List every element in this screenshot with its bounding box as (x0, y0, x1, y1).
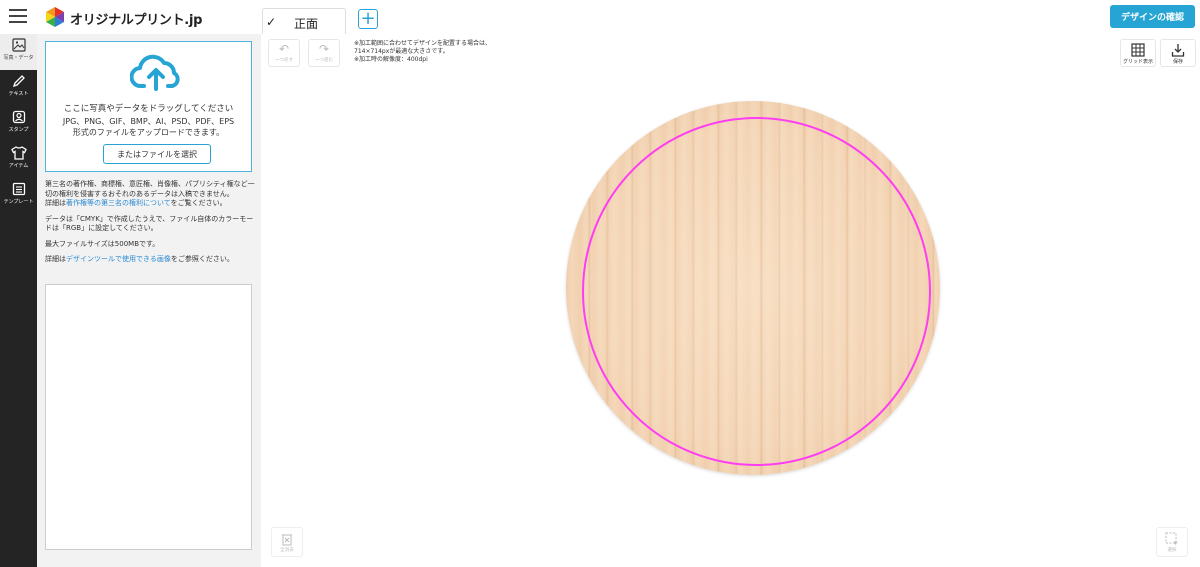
upload-dropzone[interactable]: ここに写真やデータをドラッグしてください JPG、PNG、GIF、BMP、AI、… (45, 41, 252, 172)
upload-panel: ここに写真やデータをドラッグしてください JPG、PNG、GIF、BMP、AI、… (37, 34, 261, 567)
design-canvas: ↶ 一つ戻す ↷ 一つ進む ※加工範囲に合わせてデザインを配置する場合は、 71… (261, 34, 1200, 567)
rail-label: テキスト (8, 91, 29, 97)
tab-label: 正面 (294, 17, 319, 31)
rail-item-item[interactable]: アイテム (0, 142, 37, 178)
undo-button[interactable]: ↶ 一つ戻す (268, 39, 300, 67)
print-info: ※加工範囲に合わせてデザインを配置する場合は、 714×714pxが最適な大きさ… (354, 40, 491, 64)
rights-text: 第三名の著作権、商標権、意匠権、肖像権、パブリシティ権など一切の権利を侵害するお… (45, 180, 255, 198)
save-label: 保存 (1172, 59, 1183, 65)
redo-label: 一つ進む (315, 58, 333, 63)
max-size-note: 最大ファイルサイズは500MBです。 (45, 239, 160, 248)
rail-label: テンプレート (3, 199, 34, 205)
top-header: オリジナルプリント.jp ✓ 正面 + デザインの確認 (0, 0, 1200, 36)
rail-item-text[interactable]: テキスト (0, 70, 37, 106)
rail-item-template[interactable]: テンプレート (0, 178, 37, 214)
undo-label: 一つ戻す (275, 58, 293, 63)
cmyk-note: データは「CMYK」で作成したうえで、ファイル自体のカラーモードは「RGB」に設… (45, 214, 254, 233)
rail-label: スタンプ (8, 127, 29, 133)
grid-icon (1131, 43, 1145, 57)
save-button[interactable]: 保存 (1160, 39, 1196, 67)
trash-icon (282, 534, 292, 546)
check-icon: ✓ (266, 15, 277, 29)
grid-label: グリッド表示 (1122, 59, 1153, 65)
logo-text[interactable]: オリジナルプリント.jp (70, 9, 202, 28)
menu-icon[interactable] (9, 9, 27, 23)
tool-rail: 写真・データ テキスト スタンプ アイテム テンプレート (0, 34, 37, 567)
undo-icon: ↶ (278, 42, 290, 56)
rights-link[interactable]: 著作権等の第三名の権利について (66, 199, 171, 207)
pencil-icon (12, 75, 25, 88)
rail-label: アイテム (8, 163, 29, 169)
drag-hint: ここに写真やデータをドラッグしてください (63, 104, 234, 114)
redo-button[interactable]: ↷ 一つ進む (308, 39, 340, 67)
details-prefix: 詳細は (45, 199, 66, 207)
rail-label: 写真・データ (3, 55, 34, 61)
select-tool-button[interactable]: 選択 (1156, 527, 1188, 557)
template-icon (12, 182, 25, 196)
stamp-icon (12, 110, 25, 124)
select-label: 選択 (1167, 548, 1177, 553)
rights-note: 第三名の著作権、商標権、意匠権、肖像権、パブリシティ権など一切の権利を侵害するお… (45, 180, 255, 209)
delete-all-label: 全消去 (280, 548, 294, 553)
selection-icon (1165, 532, 1178, 546)
info-line: ※加工時の解像度：400dpi (354, 56, 428, 63)
select-file-button[interactable]: またはファイルを選択 (103, 144, 211, 164)
delete-all-button[interactable]: 全消去 (271, 527, 303, 557)
format-hint: JPG、PNG、GIF、BMP、AI、PSD、PDF、EPS 形式のファイルをア… (46, 116, 251, 138)
images-note: 詳細はデザインツールで使用できる画像をご参照ください。 (45, 255, 255, 265)
logo-icon (46, 7, 64, 27)
image-icon (11, 38, 26, 52)
images-suffix: をご参照ください。 (170, 255, 234, 263)
confirm-design-button[interactable]: デザインの確認 (1110, 5, 1195, 28)
uploaded-image-list[interactable] (45, 284, 252, 550)
images-link[interactable]: デザインツールで使用できる画像 (66, 255, 171, 263)
print-area-guide (582, 117, 931, 466)
info-line: 714×714pxが最適な大きさです。 (354, 48, 449, 55)
format-line: 形式のファイルをアップロードできます。 (72, 128, 225, 137)
redo-icon: ↷ (318, 42, 330, 56)
add-tab-button[interactable]: + (358, 9, 378, 29)
cloud-upload-icon (130, 54, 180, 91)
info-line: ※加工範囲に合わせてデザインを配置する場合は、 (354, 40, 492, 47)
images-prefix: 詳細は (45, 255, 66, 263)
upload-notes: 第三名の著作権、商標権、意匠権、肖像権、パブリシティ権など一切の権利を侵害するお… (45, 180, 255, 271)
details-suffix: をご覧ください。 (170, 199, 227, 207)
rail-item-stamp[interactable]: スタンプ (0, 106, 37, 142)
tshirt-icon (10, 146, 27, 160)
download-icon (1171, 44, 1185, 57)
tab-front[interactable]: ✓ 正面 (262, 8, 346, 36)
rail-item-photo-data[interactable]: 写真・データ (0, 34, 37, 70)
grid-toggle-button[interactable]: グリッド表示 (1120, 39, 1156, 67)
format-line: JPG、PNG、GIF、BMP、AI、PSD、PDF、EPS (62, 117, 235, 126)
